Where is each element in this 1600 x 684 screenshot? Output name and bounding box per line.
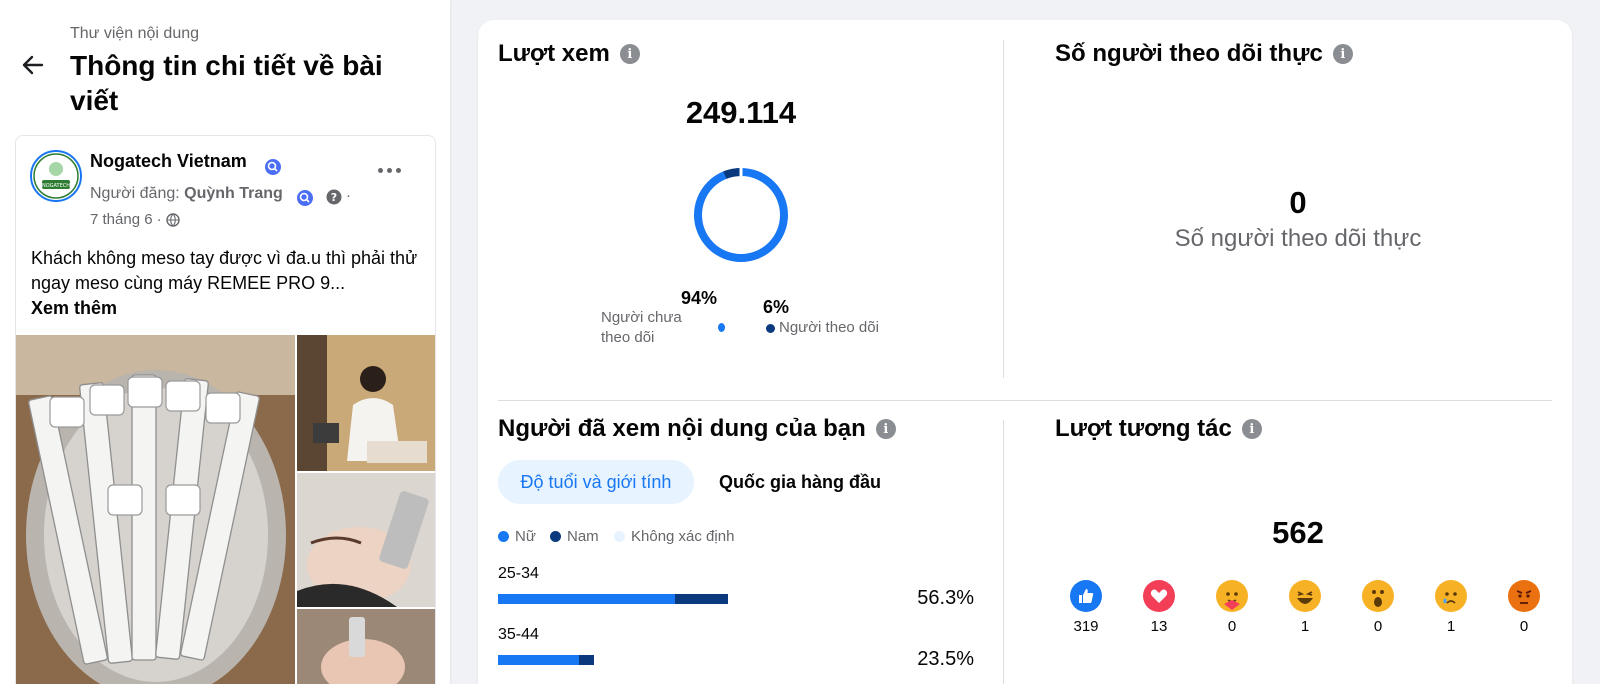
post-image-2[interactable] <box>297 335 435 471</box>
info-icon[interactable]: i <box>1332 44 1353 64</box>
post-card: NOGATECH Nogatech Vietnam Người đăng: Qu… <box>15 135 436 684</box>
poster-line: Người đăng: Quỳnh Trang <box>90 185 283 203</box>
followers-label: Người theo dõi <box>779 319 879 336</box>
age-bar-1-female <box>498 655 579 665</box>
svg-text:?: ? <box>331 191 337 204</box>
separator: · <box>346 187 351 204</box>
post-image-main[interactable] <box>16 335 295 684</box>
see-more-link[interactable]: Xem thêm <box>31 298 117 318</box>
age-pct-1: 23.5% <box>917 648 974 670</box>
interactions-total: 562 <box>1272 515 1324 550</box>
post-image-4[interactable] <box>297 609 435 684</box>
interactions-title: Lượt tương tác <box>1055 415 1232 442</box>
non-followers-label: Người chưa theo dõi <box>601 309 682 346</box>
breadcrumb[interactable]: Thư viện nội dung <box>70 25 199 43</box>
age-bar-0 <box>498 594 728 604</box>
views-total: 249.114 <box>685 95 797 130</box>
followers-dot <box>766 324 775 333</box>
post-text: Khách không meso tay được vì đa.u thì ph… <box>31 246 426 321</box>
age-label-0: 25-34 <box>498 565 539 582</box>
like-reaction-icon[interactable] <box>1070 580 1102 612</box>
page-name[interactable]: Nogatech Vietnam <box>90 151 247 172</box>
age-bar-0-male <box>674 594 728 604</box>
age-pct-0: 56.3% <box>917 587 974 609</box>
sad-count: 1 <box>1446 618 1456 635</box>
tab-top-countries[interactable]: Quốc gia hàng đầu <box>706 460 894 504</box>
love-reaction-icon[interactable] <box>1143 580 1175 612</box>
age-label-1: 35-44 <box>498 626 539 643</box>
post-date: 7 tháng 6 · <box>90 211 180 228</box>
interactions-section-title: Lượt tương tác i <box>1055 415 1262 443</box>
column-divider-top <box>1003 40 1004 378</box>
net-follows-value: 0 <box>1289 185 1307 220</box>
row-divider <box>498 400 1552 401</box>
insights-panel: Lượt xem i 249.114 94% Người chưa theo d… <box>478 20 1572 684</box>
net-follows-title: Số người theo dõi thực <box>1055 40 1323 67</box>
net-follows-caption: Số người theo dõi thực <box>1174 225 1422 252</box>
poster-name[interactable]: Quỳnh Trang <box>184 185 283 202</box>
legend-male: Nam <box>550 528 599 545</box>
wow-reaction-icon[interactable] <box>1362 580 1394 612</box>
post-details-sidebar: Thư viện nội dung Thông tin chi tiết về … <box>0 0 450 684</box>
tab-age-gender[interactable]: Độ tuổi và giới tính <box>498 460 694 504</box>
care-reaction-icon[interactable] <box>1216 580 1248 612</box>
date-separator: · <box>156 211 162 228</box>
poster-label: Người đăng: <box>90 185 180 202</box>
page-title: Thông tin chi tiết về bài viết <box>70 50 383 116</box>
non-followers-dot <box>718 323 725 332</box>
info-icon[interactable]: i <box>875 419 896 439</box>
angry-reaction-icon[interactable] <box>1508 580 1540 612</box>
back-arrow-icon[interactable] <box>20 52 46 78</box>
views-title: Lượt xem <box>498 40 610 67</box>
poster-badge-icon <box>297 190 313 206</box>
column-divider-bottom <box>1003 420 1004 684</box>
audience-section-title: Người đã xem nội dung của bạn i <box>498 415 896 443</box>
info-icon[interactable]: i <box>1241 419 1262 439</box>
post-date-text[interactable]: 7 tháng 6 <box>90 211 153 228</box>
info-icon[interactable]: i <box>619 44 640 64</box>
love-count: 13 <box>1150 618 1168 635</box>
care-count: 0 <box>1227 618 1237 635</box>
views-section-title: Lượt xem i <box>498 40 640 68</box>
post-body: Khách không meso tay được vì đa.u thì ph… <box>31 248 418 293</box>
legend-female-label: Nữ <box>515 528 536 545</box>
globe-icon <box>165 212 180 227</box>
followers-segment <box>694 168 788 262</box>
angry-count: 0 <box>1519 618 1529 635</box>
avatar[interactable]: NOGATECH <box>30 150 82 202</box>
age-bar-1 <box>498 655 594 665</box>
non-followers-pct: 94% <box>681 288 718 308</box>
legend-male-label: Nam <box>567 528 599 545</box>
net-follows-section-title: Số người theo dõi thực i <box>1055 40 1353 68</box>
post-image-3[interactable] <box>297 473 435 607</box>
avatar-logo-text: NOGATECH <box>42 183 70 189</box>
verified-icon <box>265 159 281 175</box>
more-options-button[interactable] <box>378 162 404 178</box>
audience-title: Người đã xem nội dung của bạn <box>498 415 866 442</box>
haha-count: 1 <box>1300 618 1310 635</box>
wow-count: 0 <box>1373 618 1383 635</box>
sad-reaction-icon[interactable] <box>1435 580 1467 612</box>
age-bar-1-male <box>578 655 594 665</box>
legend-unknown: Không xác định <box>614 528 734 545</box>
age-bar-0-female <box>498 594 675 604</box>
help-icon[interactable]: ? <box>326 189 342 205</box>
like-count: 319 <box>1073 618 1099 635</box>
legend-female: Nữ <box>498 528 536 545</box>
legend-unknown-label: Không xác định <box>631 528 735 545</box>
haha-reaction-icon[interactable] <box>1289 580 1321 612</box>
views-donut-chart <box>694 168 788 262</box>
followers-pct: 6% <box>763 297 790 317</box>
